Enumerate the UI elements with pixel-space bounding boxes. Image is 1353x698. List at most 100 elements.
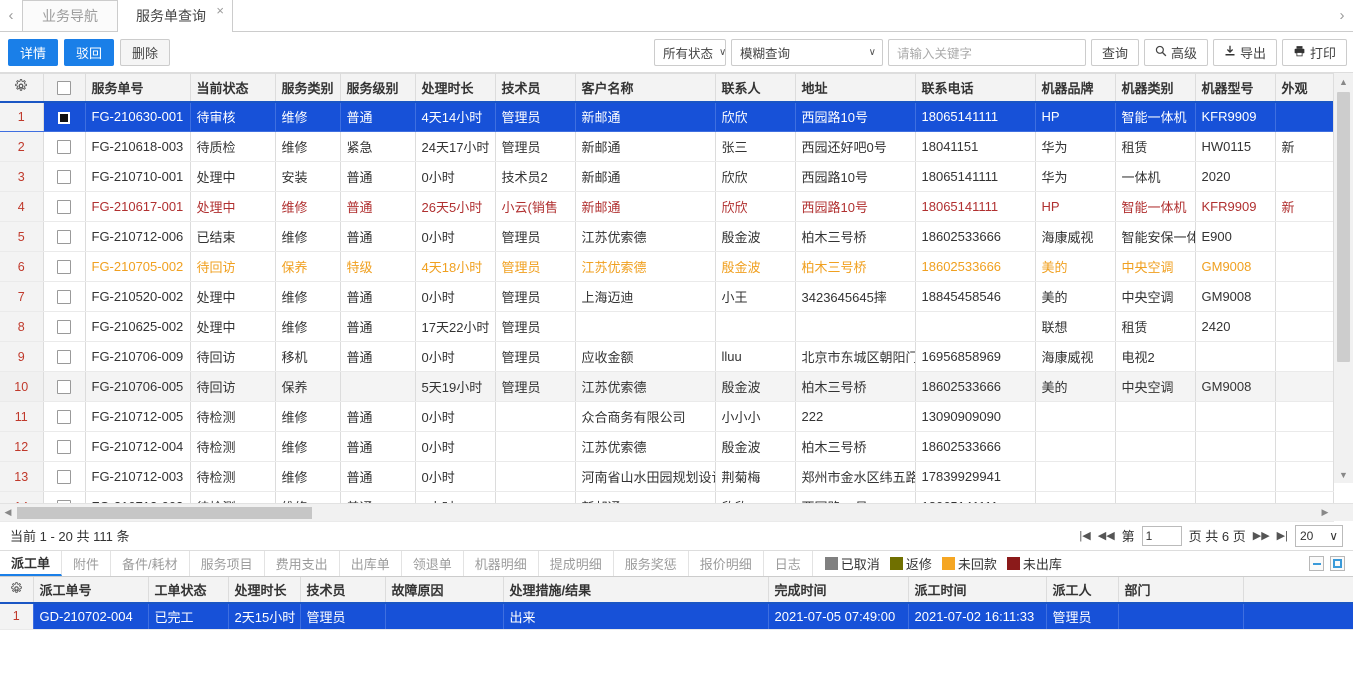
next-page-icon[interactable]: ▶▶: [1253, 529, 1270, 542]
col-header-dispatcher[interactable]: 派工人: [1046, 577, 1119, 604]
page-size-select[interactable]: 20 ∨: [1295, 524, 1343, 547]
col-header-phone[interactable]: 联系电话: [915, 73, 1036, 103]
row-checkbox[interactable]: [57, 230, 71, 245]
print-button[interactable]: 打印: [1281, 38, 1347, 66]
row-checkbox-cell[interactable]: [43, 221, 86, 252]
detail-button[interactable]: 详情: [8, 38, 59, 66]
row-checkbox[interactable]: [57, 470, 71, 485]
col-header-finish-time[interactable]: 完成时间: [768, 577, 909, 604]
row-checkbox-cell[interactable]: [43, 191, 86, 222]
table-row[interactable]: 5 FG-210712-006 已结束 维修 普通 0小时 管理员 江苏优索德 殷金波 柏木三号桥…: [0, 221, 1334, 252]
table-row[interactable]: 6 FG-210705-002 待回访 保养 特级 4天18小时 管理员 江苏优索德 殷金波 柏木…: [0, 251, 1334, 282]
row-checkbox[interactable]: [57, 140, 71, 155]
detail-tab-6[interactable]: 领退单: [402, 551, 464, 576]
col-header-service-type[interactable]: 服务类别: [275, 73, 341, 103]
col-header-work-status[interactable]: 工单状态: [148, 577, 229, 604]
table-row[interactable]: 9 FG-210706-009 待回访 移机 普通 0小时 管理员 应收金额 lluu 北京市东城…: [0, 341, 1334, 372]
detail-tab-9[interactable]: 服务奖惩: [614, 551, 689, 576]
col-header-contact[interactable]: 联系人: [715, 73, 796, 103]
tab-close-icon[interactable]: ×: [216, 4, 224, 17]
detail-table-row[interactable]: 1 GD-210702-004 已完工 2天15小时 管理员 出来 2021-07-05 0…: [0, 603, 1353, 630]
delete-button[interactable]: 删除: [120, 38, 171, 66]
row-checkbox[interactable]: [57, 380, 71, 395]
reject-button[interactable]: 驳回: [64, 38, 115, 66]
prev-page-icon[interactable]: ◀◀: [1098, 529, 1115, 542]
row-checkbox[interactable]: [57, 110, 71, 125]
col-header-technician[interactable]: 技术员: [495, 73, 576, 103]
table-row[interactable]: 3 FG-210710-001 处理中 安装 普通 0小时 技术员2 新邮通 欣欣 西园路10号 1…: [0, 161, 1334, 192]
row-checkbox[interactable]: [57, 410, 71, 425]
keyword-input[interactable]: 请输入关键字: [887, 38, 1086, 66]
maximize-icon[interactable]: [1330, 556, 1345, 571]
row-checkbox[interactable]: [57, 350, 71, 365]
col-header-dispatch-time[interactable]: 派工时间: [908, 577, 1047, 604]
scroll-left-icon[interactable]: ◀: [0, 504, 16, 521]
scroll-down-icon[interactable]: ▼: [1334, 466, 1353, 483]
table-row[interactable]: 1 FG-210630-001 待审核 维修 普通 4天14小时 管理员 新邮通 欣欣 西园路10…: [0, 101, 1334, 132]
detail-tab-3[interactable]: 服务项目: [190, 551, 265, 576]
row-checkbox-cell[interactable]: [43, 461, 86, 492]
table-row[interactable]: 10 FG-210706-005 待回访 保养 5天19小时 管理员 江苏优索德 殷金波 柏木三…: [0, 371, 1334, 402]
tabs-scroll-right-icon[interactable]: ›: [1331, 0, 1353, 31]
col-header-customer[interactable]: 客户名称: [575, 73, 716, 103]
row-checkbox[interactable]: [57, 200, 71, 215]
tab-business-nav[interactable]: 业务导航: [22, 0, 118, 31]
row-checkbox-cell[interactable]: [43, 341, 86, 372]
grid-horizontal-scrollbar[interactable]: ◀ ▶: [0, 503, 1353, 521]
scroll-right-icon[interactable]: ▶: [1317, 504, 1333, 521]
row-checkbox-cell[interactable]: [43, 401, 86, 432]
col-header-department[interactable]: 部门: [1118, 577, 1244, 604]
col-header-fault-reason[interactable]: 故障原因: [385, 577, 504, 604]
export-button[interactable]: 导出: [1212, 38, 1277, 66]
row-checkbox-cell[interactable]: [43, 101, 86, 132]
col-header-service-level[interactable]: 服务级别: [340, 73, 416, 103]
page-number-input[interactable]: 1: [1141, 525, 1182, 546]
detail-tab-4[interactable]: 费用支出: [265, 551, 340, 576]
col-header-machine-model[interactable]: 机器型号: [1195, 73, 1276, 103]
grid-vertical-scrollbar[interactable]: ▲ ▼: [1333, 73, 1353, 483]
row-checkbox-cell[interactable]: [43, 251, 86, 282]
row-checkbox[interactable]: [57, 290, 71, 305]
detail-tab-10[interactable]: 报价明细: [689, 551, 764, 576]
row-checkbox-cell[interactable]: [43, 431, 86, 462]
row-checkbox[interactable]: [57, 440, 71, 455]
col-header-machine-category[interactable]: 机器类别: [1115, 73, 1196, 103]
detail-tab-1[interactable]: 附件: [62, 551, 112, 576]
col-header-technician[interactable]: 技术员: [300, 577, 386, 604]
detail-grid-settings-cell[interactable]: [0, 577, 34, 604]
grid-settings-cell[interactable]: [0, 73, 44, 103]
col-header-order-no[interactable]: 服务单号: [85, 73, 191, 103]
minimize-icon[interactable]: [1309, 556, 1324, 571]
gear-icon[interactable]: [14, 78, 28, 96]
match-mode-select[interactable]: 模糊查询 ∨: [730, 38, 883, 66]
row-checkbox-cell[interactable]: [43, 281, 86, 312]
table-row[interactable]: 13 FG-210712-003待检测维修普通0小时 河南省山水田园规划设计有荆菊梅…: [0, 461, 1334, 492]
tabs-scroll-left-icon[interactable]: ‹: [0, 0, 22, 31]
row-checkbox[interactable]: [57, 260, 71, 275]
detail-tab-2[interactable]: 备件/耗材: [111, 551, 190, 576]
tab-service-order-query[interactable]: 服务单查询 ×: [117, 0, 233, 32]
detail-tab-7[interactable]: 机器明细: [464, 551, 539, 576]
select-all-checkbox[interactable]: [57, 81, 71, 96]
table-row[interactable]: 4 FG-210617-001 处理中 维修 普通 26天5小时 小云(销售 新邮通 欣欣 西园路…: [0, 191, 1334, 222]
scroll-up-icon[interactable]: ▲: [1334, 73, 1353, 90]
search-button[interactable]: 查询: [1090, 38, 1139, 66]
table-row[interactable]: 11 FG-210712-005 待检测 维修 普通 0小时 众合商务有限公司 小小小 222 1…: [0, 401, 1334, 432]
advanced-search-button[interactable]: 高级: [1143, 38, 1208, 66]
row-checkbox[interactable]: [57, 170, 71, 185]
gear-icon[interactable]: [10, 581, 23, 598]
detail-tab-0[interactable]: 派工单: [0, 551, 63, 576]
scroll-thumb-horizontal[interactable]: [17, 507, 312, 519]
detail-tab-11[interactable]: 日志: [764, 551, 813, 576]
col-header-status[interactable]: 当前状态: [190, 73, 276, 103]
row-checkbox-cell[interactable]: [43, 161, 86, 192]
col-header-resolution[interactable]: 处理措施/结果: [503, 577, 769, 604]
last-page-icon[interactable]: ▶|: [1277, 529, 1288, 542]
col-header-duration[interactable]: 处理时长: [415, 73, 496, 103]
row-checkbox[interactable]: [57, 320, 71, 335]
status-filter-select[interactable]: 所有状态 ∨: [653, 38, 726, 66]
table-row[interactable]: 7 FG-210520-002 处理中 维修 普通 0小时 管理员 上海迈迪 小王 3423645…: [0, 281, 1334, 312]
detail-tab-8[interactable]: 提成明细: [539, 551, 614, 576]
row-checkbox-cell[interactable]: [43, 371, 86, 402]
col-header-address[interactable]: 地址: [795, 73, 916, 103]
